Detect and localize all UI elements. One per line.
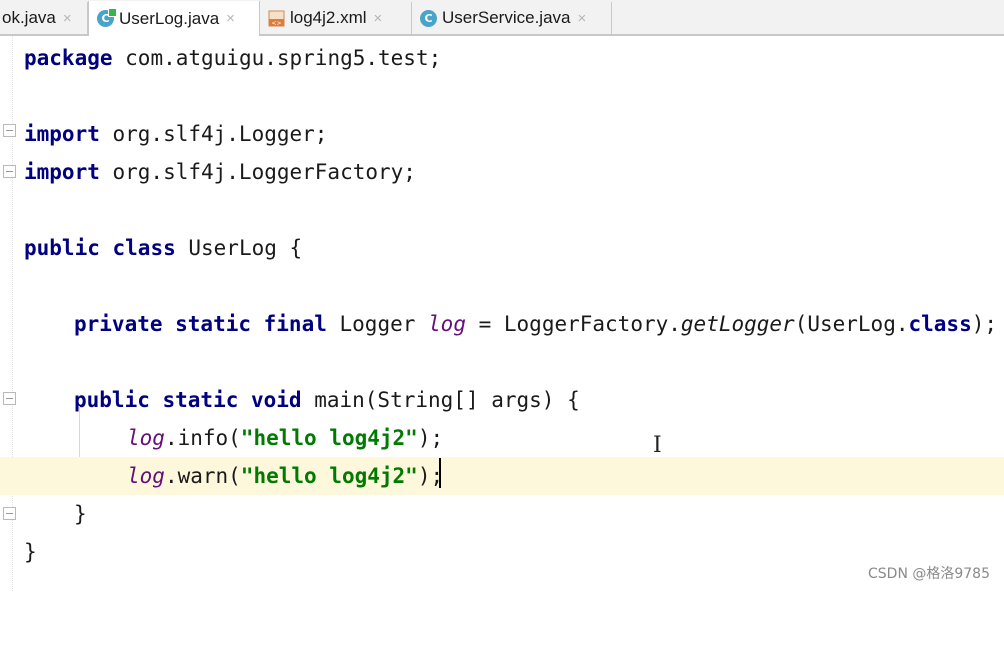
mouse-ibeam-cursor-icon: I: [653, 433, 662, 458]
fold-marker-icon[interactable]: [3, 507, 16, 520]
code-editor[interactable]: package com.atguigu.spring5.test; import…: [0, 36, 1004, 591]
xml-file-icon: <>: [268, 10, 285, 27]
close-icon[interactable]: ×: [226, 10, 235, 27]
code-line-package: package com.atguigu.spring5.test;: [24, 46, 442, 70]
fold-marker-icon[interactable]: [3, 392, 16, 405]
code-line-method-close: }: [0, 495, 1004, 533]
close-icon[interactable]: ×: [578, 10, 587, 27]
code-line-log-warn: log.warn("hello log4j2");: [0, 457, 1004, 495]
tab-userlog-java[interactable]: C UserLog.java ×: [88, 1, 260, 36]
code-line-main-method: public static void main(String[] args) {: [0, 381, 1004, 419]
fold-marker-icon[interactable]: [3, 124, 16, 137]
text-caret: [439, 458, 441, 488]
run-marker-icon: [108, 8, 117, 17]
tab-userservice-java[interactable]: C UserService.java ×: [412, 2, 612, 34]
code-line-log-info: log.info("hello log4j2");: [127, 426, 444, 450]
close-icon[interactable]: ×: [63, 10, 72, 27]
close-icon[interactable]: ×: [374, 10, 383, 27]
code-line-import-logger: import org.slf4j.Logger;: [0, 115, 1004, 153]
code-line-class-decl: public class UserLog {: [24, 236, 303, 260]
code-line-logger-field: private static final Logger log = Logger…: [74, 312, 998, 336]
svg-text:<>: <>: [271, 20, 281, 27]
tab-log4j2-xml[interactable]: <> log4j2.xml ×: [260, 2, 412, 34]
code-line-class-close: }: [24, 540, 37, 564]
tab-label: ok.java: [2, 8, 56, 27]
watermark: CSDN @格洛9785: [868, 566, 990, 582]
tab-label: UserService.java: [442, 8, 571, 27]
java-class-icon: C: [97, 8, 117, 27]
editor-tab-bar: ok.java × C UserLog.java × <> log4j2.xml…: [0, 0, 1004, 36]
tab-ok-java[interactable]: ok.java ×: [0, 2, 88, 34]
code-line-import-loggerfactory: import org.slf4j.LoggerFactory;: [0, 153, 1004, 191]
tab-label: log4j2.xml: [290, 8, 367, 27]
fold-marker-icon[interactable]: [3, 165, 16, 178]
tab-label: UserLog.java: [119, 8, 220, 28]
java-class-icon: C: [420, 9, 437, 27]
